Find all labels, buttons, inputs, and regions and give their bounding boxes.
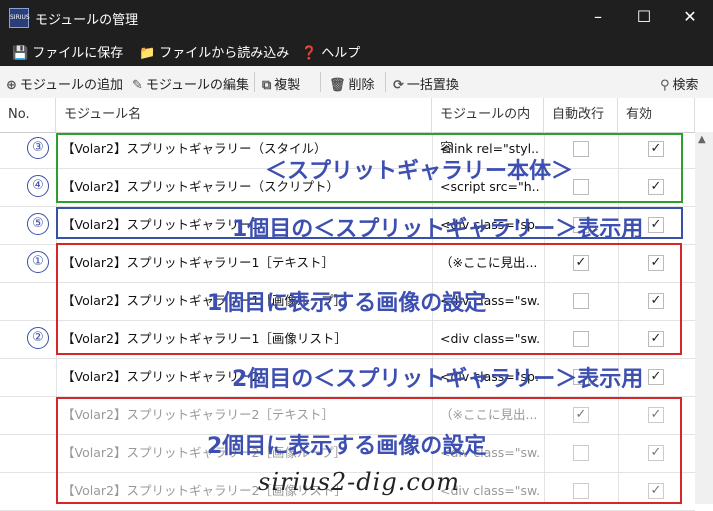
valid-checkbox[interactable]: ✓ — [648, 369, 664, 385]
app-icon: SIRIUS — [9, 8, 30, 28]
menu-save-file[interactable]: 💾 ファイルに保存 — [12, 42, 123, 61]
module-name: 【Volar2】スプリットギャラリー2 — [62, 369, 260, 384]
bulk-replace-label: 一括置換 — [406, 78, 459, 93]
row-number-badge: ① — [27, 251, 49, 273]
annotation-label-green: ＜スプリットギャラリー本体＞ — [265, 159, 574, 184]
vertical-scrollbar[interactable]: ▲ — [695, 132, 713, 504]
delete-label: 削除 — [348, 78, 375, 93]
toolbar-divider — [254, 72, 255, 92]
menu-save-file-label: ファイルに保存 — [32, 46, 124, 61]
menu-load-file-label: ファイルから読み込み — [159, 46, 290, 61]
duplicate-button[interactable]: ⧉ 複製 — [262, 74, 300, 93]
save-icon: 💾 — [12, 46, 29, 61]
menu-help-label: ヘルプ — [321, 46, 361, 61]
trash-icon: 🗑 — [329, 78, 346, 93]
maximize-button[interactable]: ☐ — [621, 0, 667, 36]
search-icon: ⚲ — [660, 78, 670, 93]
toolbar-divider — [320, 72, 321, 92]
window-title: モジュールの管理 — [35, 13, 139, 28]
watermark: sirius2-dig.com — [258, 468, 460, 496]
column-header-valid[interactable]: 有効 — [618, 98, 695, 132]
toolbar: ⊕ モジュールの追加 ✎ モジュールの編集 ⧉ 複製 🗑 削除 ⟳ 一括置換 ⚲ 検索 — [0, 66, 713, 99]
menu-help[interactable]: ❓ ヘルプ — [301, 42, 360, 61]
search-button[interactable]: ⚲ 検索 — [660, 74, 699, 93]
column-header-content[interactable]: モジュールの内容 — [432, 98, 544, 156]
folder-icon: 📁 — [139, 46, 156, 61]
grid-header: No. モジュール名 モジュールの内容 自動改行 有効 — [0, 98, 713, 156]
minimize-button[interactable]: – — [575, 0, 621, 36]
add-module-button[interactable]: ⊕ モジュールの追加 — [6, 74, 123, 93]
row-number-badge: ④ — [27, 175, 49, 197]
add-module-label: モジュールの追加 — [19, 78, 123, 93]
menu-load-file[interactable]: 📁 ファイルから読み込み — [139, 42, 289, 61]
pencil-icon: ✎ — [132, 78, 143, 93]
scroll-up-arrow-icon[interactable]: ▲ — [698, 134, 706, 145]
column-header-no[interactable]: No. — [0, 98, 56, 132]
column-header-name[interactable]: モジュール名 — [56, 98, 432, 132]
row-number-badge: ⑤ — [27, 213, 49, 235]
edit-module-button[interactable]: ✎ モジュールの編集 — [132, 74, 249, 93]
search-label: 検索 — [672, 78, 699, 93]
duplicate-icon: ⧉ — [262, 78, 272, 93]
row-number-badge: ③ — [27, 137, 49, 159]
edit-module-label: モジュールの編集 — [145, 78, 249, 93]
delete-button[interactable]: 🗑 削除 — [329, 74, 375, 93]
bulk-replace-button[interactable]: ⟳ 一括置換 — [393, 74, 459, 93]
menu-bar: 💾 ファイルに保存 📁 ファイルから読み込み ❓ ヘルプ — [0, 36, 713, 66]
help-icon: ❓ — [301, 46, 318, 61]
refresh-icon: ⟳ — [393, 78, 404, 93]
annotation-label-red: 1個目に表示する画像の設定 — [207, 291, 487, 316]
plus-circle-icon: ⊕ — [6, 78, 17, 93]
close-button[interactable]: ✕ — [667, 0, 713, 36]
annotation-label-red-2: 2個目に表示する画像の設定 — [207, 434, 487, 459]
duplicate-label: 複製 — [274, 78, 301, 93]
title-bar: SIRIUS モジュールの管理 – ☐ ✕ — [0, 0, 713, 36]
annotation-label-dark: 2個目の＜スプリットギャラリー＞表示用 — [232, 367, 644, 392]
annotation-label-blue: 1個目の＜スプリットギャラリー＞表示用 — [232, 217, 644, 242]
column-header-auto-break[interactable]: 自動改行 — [544, 98, 618, 132]
toolbar-divider — [385, 72, 386, 92]
row-number-badge: ② — [27, 327, 49, 349]
